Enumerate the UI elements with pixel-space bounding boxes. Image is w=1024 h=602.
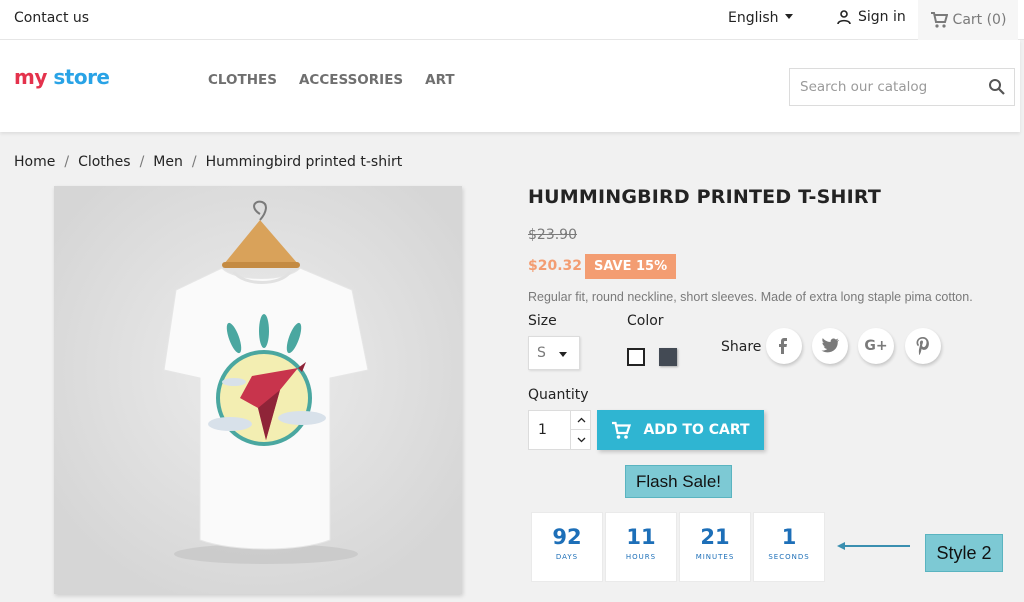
breadcrumb-clothes[interactable]: Clothes	[78, 154, 131, 170]
breadcrumb-separator: /	[191, 154, 197, 170]
breadcrumb: Home / Clothes / Men / Hummingbird printed t-s…	[14, 154, 402, 170]
countdown-value: 11	[626, 525, 656, 549]
quantity-stepper	[528, 410, 591, 450]
nav-item-art[interactable]: ART	[425, 72, 454, 88]
share-twitter-button[interactable]	[812, 328, 848, 364]
add-to-cart-label: ADD TO CART	[643, 422, 750, 438]
share-pinterest-button[interactable]	[905, 328, 941, 364]
product-description: Regular fit, round neckline, short sleev…	[528, 290, 973, 304]
countdown-value: 1	[781, 525, 797, 549]
breadcrumb-home[interactable]: Home	[14, 154, 55, 170]
product-image[interactable]	[54, 186, 462, 594]
quantity-label: Quantity	[528, 387, 589, 403]
size-select[interactable]: S	[528, 336, 580, 370]
language-selector[interactable]: English	[728, 10, 793, 26]
quantity-increment-button[interactable]	[570, 411, 591, 430]
countdown-unit: HOURS	[625, 553, 657, 561]
logo-part-my: my	[14, 65, 47, 89]
cart-icon	[612, 421, 632, 439]
cart-icon	[930, 12, 948, 28]
chevron-up-icon	[577, 417, 585, 423]
contact-us-link[interactable]: Contact us	[14, 10, 89, 26]
chevron-down-icon	[559, 352, 567, 357]
flash-sale-label: Flash Sale!	[625, 465, 732, 498]
arrow-left-icon	[837, 542, 910, 550]
chevron-down-icon	[784, 14, 793, 19]
share-facebook-button[interactable]	[766, 328, 802, 364]
sign-in-link[interactable]: Sign in	[836, 9, 906, 25]
add-to-cart-button[interactable]: ADD TO CART	[597, 410, 764, 450]
discount-badge: SAVE 15%	[585, 254, 677, 279]
breadcrumb-men[interactable]: Men	[153, 154, 183, 170]
share-label: Share	[721, 339, 762, 355]
current-price: $20.32	[528, 258, 583, 274]
nav-item-accessories[interactable]: ACCESSORIES	[299, 72, 403, 88]
top-bar: Contact us English Sign in Cart (0)	[0, 0, 1024, 40]
user-icon	[837, 10, 851, 25]
search-box	[789, 68, 1015, 106]
cart-label: Cart (0)	[952, 12, 1007, 28]
quantity-decrement-button[interactable]	[570, 430, 591, 449]
quantity-input[interactable]	[529, 411, 569, 449]
countdown-value: 92	[552, 525, 582, 549]
size-value: S	[537, 345, 546, 361]
cart-button[interactable]: Cart (0)	[918, 0, 1018, 40]
nav-item-clothes[interactable]: CLOTHES	[208, 72, 277, 88]
chevron-down-icon	[577, 437, 585, 442]
countdown-seconds: 1 SECONDS	[753, 512, 825, 582]
countdown-value: 21	[700, 525, 730, 549]
facebook-icon	[779, 338, 787, 354]
style-annotation-label: Style 2	[925, 534, 1003, 572]
product-title: HUMMINGBIRD PRINTED T-SHIRT	[528, 186, 881, 208]
countdown-unit: SECONDS	[768, 553, 810, 561]
share-google-plus-button[interactable]: G+	[858, 328, 894, 364]
countdown-unit: DAYS	[555, 553, 579, 561]
breadcrumb-current[interactable]: Hummingbird printed t-shirt	[206, 154, 403, 170]
twitter-icon	[821, 338, 839, 353]
main-header: my store CLOTHES ACCESSORIES ART	[0, 40, 1020, 132]
color-swatch-dark-gray[interactable]	[659, 348, 677, 366]
color-label: Color	[627, 313, 664, 329]
old-price: $23.90	[528, 227, 577, 243]
countdown-days: 92 DAYS	[531, 512, 603, 582]
color-swatch-white[interactable]	[627, 348, 645, 366]
logo-part-store: store	[53, 65, 110, 89]
countdown-minutes: 21 MINUTES	[679, 512, 751, 582]
breadcrumb-separator: /	[139, 154, 145, 170]
size-label: Size	[528, 313, 557, 329]
main-nav: CLOTHES ACCESSORIES ART	[208, 72, 455, 88]
breadcrumb-separator: /	[64, 154, 70, 170]
search-icon[interactable]	[988, 78, 1006, 96]
language-label: English	[728, 10, 779, 26]
countdown-hours: 11 HOURS	[605, 512, 677, 582]
search-input[interactable]	[790, 69, 980, 105]
google-plus-icon: G+	[864, 338, 888, 354]
store-logo[interactable]: my store	[14, 65, 110, 89]
countdown-unit: MINUTES	[695, 553, 735, 561]
pinterest-icon	[916, 337, 929, 355]
sign-in-label: Sign in	[858, 9, 906, 25]
tshirt-illustration	[54, 186, 462, 594]
